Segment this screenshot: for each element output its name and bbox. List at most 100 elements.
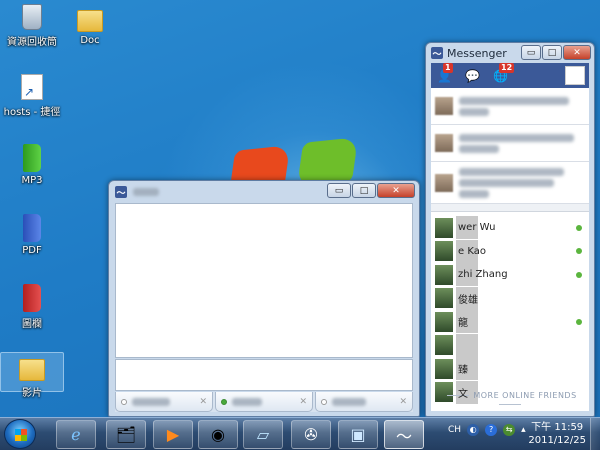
close-button[interactable]: ✕: [563, 45, 591, 60]
avatar: [435, 335, 453, 356]
chat-tab[interactable]: ✕: [215, 392, 313, 412]
chat-tab-strip: ✕ ✕ ✕: [115, 392, 413, 412]
maximize-button[interactable]: □: [542, 45, 562, 60]
green-book-icon: [23, 144, 41, 172]
facebook-notification-bar: 👤 1 💬 🌐 12: [431, 62, 589, 88]
online-status-icon: [576, 271, 582, 278]
chat-tab-label: [232, 397, 262, 406]
friend-name: 俊雄: [458, 294, 478, 306]
avatar: [435, 134, 453, 152]
notification-item[interactable]: [431, 162, 589, 204]
notifications-globe-icon[interactable]: 🌐 12: [493, 62, 515, 83]
friend-name: wer Wu: [458, 222, 496, 234]
start-button[interactable]: [4, 419, 36, 449]
messenger-title: Messenger: [447, 46, 507, 60]
friend-name: e Kao: [458, 245, 486, 257]
desktop-icon-label: 圖欄: [22, 319, 42, 330]
chat-tab[interactable]: ✕: [115, 392, 213, 412]
desktop-icon-mp3[interactable]: MP3: [0, 144, 64, 186]
friend-list-item[interactable]: [431, 333, 589, 358]
desktop-icon-images[interactable]: 圖欄: [0, 284, 64, 330]
desktop-icon-label: Doc: [80, 35, 100, 46]
close-tab-icon[interactable]: ✕: [299, 397, 307, 407]
help-icon[interactable]: ?: [485, 424, 498, 436]
desktop-icon-pdf[interactable]: PDF: [0, 214, 64, 256]
taskbar-messenger-icon[interactable]: 〜: [384, 420, 424, 449]
divider: [431, 204, 589, 212]
show-hidden-icons-arrow[interactable]: ▴: [521, 425, 526, 435]
online-status-icon: [576, 248, 582, 255]
friend-name: zhi Zhang: [458, 269, 508, 281]
avatar: [435, 288, 453, 309]
clock-date: 2011/12/25: [528, 435, 586, 446]
input-method-icon[interactable]: ◐: [467, 424, 480, 436]
desktop-icon-label: PDF: [22, 245, 42, 256]
chat-tab[interactable]: ✕: [315, 392, 413, 412]
desktop-icon-label: MP3: [21, 175, 43, 186]
offline-status-icon: [321, 398, 327, 405]
friend-requests-icon[interactable]: 👤 1: [437, 62, 453, 83]
language-indicator[interactable]: CH: [448, 425, 461, 435]
taskbar-explorer-icon[interactable]: 🗂: [106, 420, 146, 449]
avatar: [435, 241, 453, 262]
friend-name: 龍: [458, 318, 468, 330]
desktop-icon-hosts[interactable]: hosts - 捷徑: [0, 74, 64, 118]
recycle-bin-icon: [22, 4, 42, 30]
friend-list-item[interactable]: 龍: [431, 310, 589, 334]
show-desktop-button[interactable]: [590, 418, 600, 450]
online-status-icon: [576, 318, 582, 325]
desktop-icon-doc[interactable]: Doc: [58, 4, 122, 46]
chat-tab-label: [132, 397, 170, 406]
notifications-badge: 12: [499, 62, 515, 73]
clock-time: 下午 11:59: [531, 422, 584, 433]
online-status-icon: [576, 224, 582, 231]
messenger-panel: wer Wu e Kao zhi Zhang 俊雄 龍 臻 文 MORE ONL…: [431, 88, 589, 411]
online-status-icon: [221, 398, 227, 405]
minimize-button[interactable]: ▭: [327, 183, 351, 198]
close-button[interactable]: ✕: [377, 183, 415, 198]
notification-item[interactable]: [431, 88, 589, 125]
folder-icon: [77, 10, 103, 32]
messages-icon[interactable]: 💬: [465, 69, 480, 83]
offline-status-icon: [121, 398, 127, 405]
taskbar-media-player-icon[interactable]: ▶: [153, 420, 193, 449]
friend-list-item[interactable]: 臻: [431, 357, 589, 381]
desktop-icon-videos[interactable]: 影片: [0, 352, 64, 399]
folder-icon: [19, 359, 45, 381]
friend-list-item[interactable]: zhi Zhang: [431, 263, 589, 287]
network-icon[interactable]: ⇆: [503, 424, 516, 436]
desktop-icon-recycle-bin[interactable]: 資源回收筒: [0, 4, 64, 48]
avatar: [435, 173, 453, 192]
more-online-friends-link[interactable]: MORE ONLINE FRIENDS: [431, 391, 589, 409]
messenger-logo-icon: 〜: [115, 186, 127, 199]
desktop-icon-label: 影片: [22, 388, 42, 399]
chat-window: 〜 ▭ □ ✕ ✕ ✕ ✕: [108, 180, 420, 417]
chat-history: [115, 203, 413, 358]
friend-list-item[interactable]: 俊雄: [431, 286, 589, 311]
avatar: [435, 264, 453, 285]
taskbar-notepad-icon[interactable]: ▱: [243, 420, 283, 449]
close-tab-icon[interactable]: ✕: [399, 397, 407, 407]
close-tab-icon[interactable]: ✕: [199, 397, 207, 407]
taskbar-chrome-icon[interactable]: ◉: [198, 420, 238, 449]
taskbar-film-reel-icon[interactable]: ✇: [291, 420, 331, 449]
maximize-button[interactable]: □: [352, 183, 376, 198]
avatar: [435, 97, 453, 115]
system-tray: CH ◐ ? ⇆ ▴: [448, 424, 526, 436]
minimize-button[interactable]: ▭: [521, 45, 541, 60]
blue-book-icon: [23, 214, 41, 242]
friend-list-item[interactable]: e Kao: [431, 239, 589, 264]
messenger-logo-icon: 〜: [431, 47, 443, 60]
profile-thumbnail[interactable]: [565, 66, 585, 85]
friend-list-item[interactable]: wer Wu: [431, 216, 589, 240]
notification-item[interactable]: [431, 125, 589, 162]
clock[interactable]: 下午 11:59 2011/12/25: [528, 421, 586, 447]
avatar: [435, 358, 453, 379]
taskbar-ie-icon[interactable]: ℯ: [56, 420, 96, 449]
friend-name: 文: [458, 388, 468, 400]
chat-message-input[interactable]: [115, 359, 413, 391]
desktop-icon-label: hosts - 捷徑: [3, 107, 61, 118]
messenger-window: 〜 Messenger ▭ □ ✕ 👤 1 💬 🌐 12 wer Wu e Ka…: [425, 42, 595, 417]
desktop-icon-label: 資源回收筒: [7, 37, 57, 48]
taskbar-remote-desktop-icon[interactable]: ▣: [338, 420, 378, 449]
